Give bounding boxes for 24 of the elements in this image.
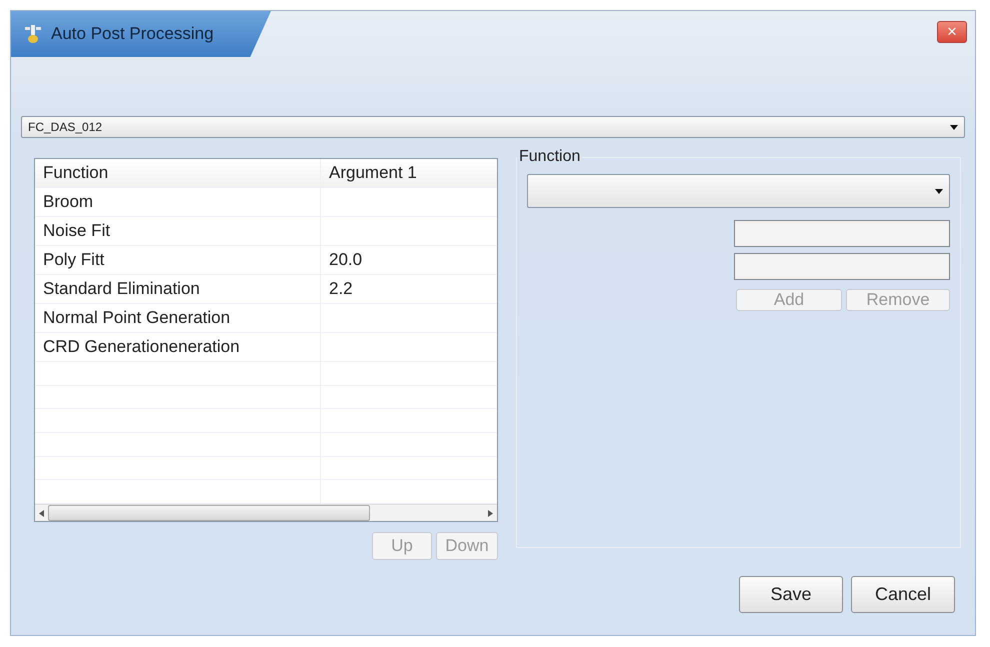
antenna-icon	[25, 25, 41, 43]
table-cell: Normal Point Generation	[35, 304, 321, 332]
action-button[interactable]: Save	[739, 576, 843, 613]
horizontal-scrollbar[interactable]	[35, 504, 497, 522]
function-dropdown[interactable]	[527, 174, 950, 208]
scroll-right-icon[interactable]	[488, 510, 493, 517]
table-cell: CRD Generationeneration	[35, 333, 321, 361]
table-cell: Poly Fitt	[35, 246, 321, 274]
window-title: Auto Post Processing	[51, 24, 214, 44]
profile-dropdown[interactable]: FC_DAS_012	[21, 116, 965, 138]
dropdown-caret-icon	[950, 124, 958, 130]
action-button[interactable]: Cancel	[851, 576, 955, 613]
group-label: Function	[518, 148, 582, 166]
dropdown-caret-icon	[935, 188, 943, 194]
table-cell: Broom	[35, 188, 321, 216]
table-cell-text: 20.0	[328, 249, 364, 271]
table-cell-text: 2.2	[328, 278, 354, 300]
column-header[interactable]: Function	[35, 159, 321, 187]
argument-field[interactable]	[734, 253, 950, 280]
column-header[interactable]: Argument 1	[321, 159, 497, 187]
scroll-left-icon[interactable]	[39, 510, 44, 517]
argument-field[interactable]	[734, 220, 950, 247]
table-cell: Standard Elimination	[35, 275, 321, 303]
table-cell: Noise Fit	[35, 217, 321, 245]
